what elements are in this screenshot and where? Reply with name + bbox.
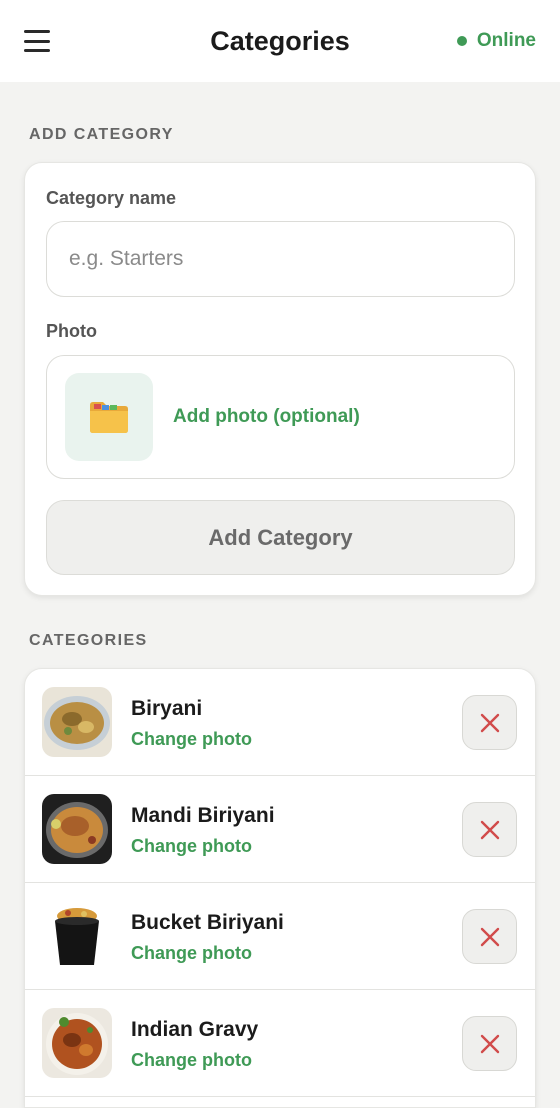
- folder-icon: [90, 402, 128, 433]
- category-row: Mandi Biriyani Change photo: [25, 776, 535, 883]
- change-photo-link[interactable]: Change photo: [131, 729, 252, 750]
- close-icon: [480, 820, 499, 839]
- delete-category-button[interactable]: [462, 695, 517, 750]
- photo-placeholder: [65, 373, 153, 461]
- photo-label: Photo: [46, 321, 97, 341]
- indian-gravy-photo: [42, 1008, 112, 1078]
- delete-category-button[interactable]: [462, 909, 517, 964]
- category-row: Biryani Change photo: [25, 669, 535, 776]
- close-icon: [480, 1034, 499, 1053]
- category-name: Bucket Biriyani: [131, 911, 284, 934]
- delete-category-button[interactable]: [462, 802, 517, 857]
- category-name: Mandi Biriyani: [131, 804, 275, 827]
- category-row: Bucket Biriyani Change photo: [25, 883, 535, 990]
- mandi-biriyani-photo: [42, 794, 112, 864]
- categories-section-label: CATEGORIES: [29, 632, 148, 649]
- add-photo-button[interactable]: Add photo (optional): [46, 355, 515, 479]
- add-category-button[interactable]: Add Category: [46, 500, 515, 575]
- status-dot-icon: [456, 36, 467, 46]
- categories-list: Biryani Change photo Mandi Biriyani Chan…: [24, 668, 536, 1108]
- change-photo-link[interactable]: Change photo: [131, 836, 252, 857]
- change-photo-link[interactable]: Change photo: [131, 1050, 252, 1071]
- status-indicator: Online: [456, 30, 536, 52]
- category-name-label: Category name: [46, 188, 177, 208]
- biryani-photo: [42, 687, 112, 757]
- app-header: Categories Online: [0, 0, 560, 82]
- add-category-section-label: ADD CATEGORY: [29, 126, 174, 143]
- add-category-card: Category name Photo Add photo (optional)…: [24, 162, 536, 596]
- category-name: Indian Gravy: [131, 1018, 259, 1041]
- category-name: Biryani: [131, 697, 203, 720]
- hamburger-menu-icon[interactable]: [24, 28, 50, 54]
- change-photo-link[interactable]: Change photo: [131, 943, 252, 964]
- close-icon: [480, 927, 499, 946]
- delete-category-button[interactable]: [462, 1016, 517, 1071]
- bucket-biriyani-photo: [42, 901, 112, 971]
- add-photo-text: Add photo (optional): [173, 406, 360, 427]
- close-icon: [480, 713, 499, 732]
- category-name-input[interactable]: [46, 221, 515, 297]
- status-text: Online: [476, 30, 536, 51]
- category-row: Indian Gravy Change photo: [25, 990, 535, 1097]
